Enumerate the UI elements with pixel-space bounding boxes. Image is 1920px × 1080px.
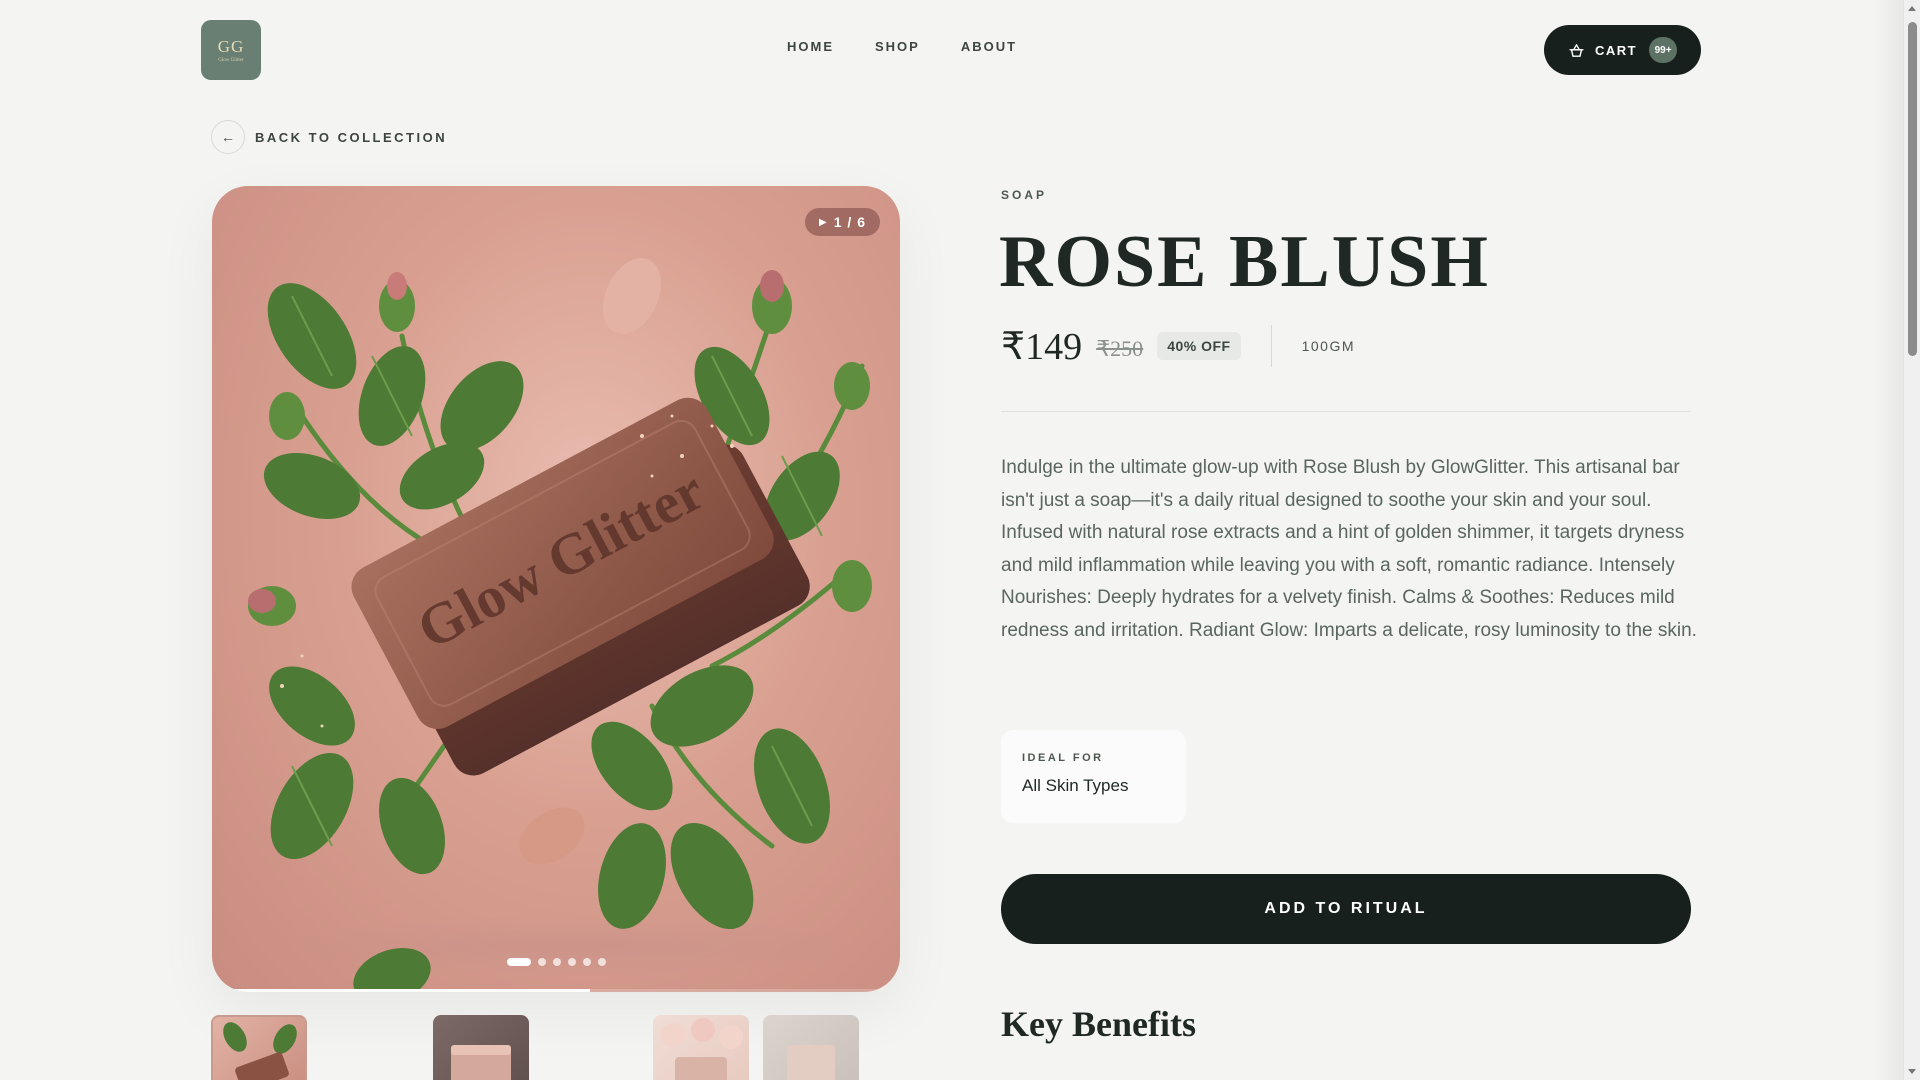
slide-dot[interactable] xyxy=(583,958,591,966)
sale-price: ₹149 xyxy=(1001,325,1083,368)
cart-label: CART xyxy=(1595,42,1638,58)
product-title: ROSE BLUSH xyxy=(999,221,1490,303)
product-weight: 100GM xyxy=(1301,338,1356,354)
discount-badge: 40% OFF xyxy=(1157,332,1241,360)
thumbnail-1[interactable] xyxy=(211,1015,307,1080)
slide-dot[interactable] xyxy=(568,958,576,966)
divider xyxy=(1270,325,1272,367)
product-description: Indulge in the ultimate glow-up with Ros… xyxy=(1001,457,1697,641)
slide-counter-text: 1 / 6 xyxy=(833,214,866,230)
ideal-for-card: IDEAL FOR All Skin Types xyxy=(1001,730,1186,823)
thumbnail-image xyxy=(661,1018,743,1080)
thumbnail-image xyxy=(223,1022,297,1080)
product-image: Glow Glitter xyxy=(248,258,872,992)
basket-icon xyxy=(1569,43,1584,57)
nav-shop[interactable]: SHOP xyxy=(875,39,920,54)
logo-monogram: GG xyxy=(217,36,245,56)
cart-count-badge: 99+ xyxy=(1649,37,1678,63)
brand-logo[interactable]: GG Glow Glitter xyxy=(201,20,261,80)
page-edge-shadow xyxy=(1873,0,1903,1080)
thumbnail-3[interactable] xyxy=(653,1015,749,1080)
slide-dots xyxy=(507,958,606,966)
main-nav: HOME SHOP ABOUT xyxy=(787,39,1017,54)
ideal-for-value: All Skin Types xyxy=(1022,776,1129,795)
divider xyxy=(1001,411,1691,412)
arrow-left-icon: ← xyxy=(211,120,245,154)
play-icon[interactable]: ▶ xyxy=(819,217,828,228)
thumbnail-4[interactable] xyxy=(763,1015,859,1080)
original-price: ₹250 xyxy=(1096,336,1144,361)
slide-dot[interactable] xyxy=(553,958,561,966)
scroll-up-icon[interactable] xyxy=(1908,6,1916,11)
scrollbar-thumb[interactable] xyxy=(1908,22,1917,356)
ideal-for-label: IDEAL FOR xyxy=(1022,752,1104,764)
slide-counter: ▶ 1 / 6 xyxy=(805,208,880,236)
slide-dot[interactable] xyxy=(538,958,546,966)
cart-button[interactable]: CART 99+ xyxy=(1544,25,1701,75)
page-scrollbar[interactable] xyxy=(1903,0,1920,1080)
back-label: BACK TO COLLECTION xyxy=(255,129,448,145)
thumbnail-strip xyxy=(0,1015,1920,1080)
key-benefits-heading: Key Benefits xyxy=(1001,1004,1196,1044)
thumbnail-2[interactable] xyxy=(433,1015,529,1080)
thumbnail-image xyxy=(787,1045,835,1080)
add-to-ritual-button[interactable]: ADD TO RITUAL xyxy=(1001,874,1691,944)
scroll-down-icon[interactable] xyxy=(1908,1069,1916,1074)
slide-progress-fill xyxy=(212,989,591,992)
back-to-collection-link[interactable]: ← BACK TO COLLECTION xyxy=(211,120,447,154)
nav-about[interactable]: ABOUT xyxy=(961,39,1017,54)
thumbnail-image xyxy=(451,1045,511,1080)
slide-dot[interactable] xyxy=(598,958,606,966)
product-image-gallery[interactable]: Glow Glitter ▶ 1 / 6 xyxy=(212,186,900,992)
nav-home[interactable]: HOME xyxy=(787,39,834,54)
price-row: ₹149 ₹250 40% OFF 100GM xyxy=(1001,325,1356,368)
slide-dot[interactable] xyxy=(507,958,531,966)
slide-progress-bar xyxy=(212,989,900,992)
logo-tagline: Glow Glitter xyxy=(218,57,244,63)
product-category: SOAP xyxy=(1001,188,1048,202)
